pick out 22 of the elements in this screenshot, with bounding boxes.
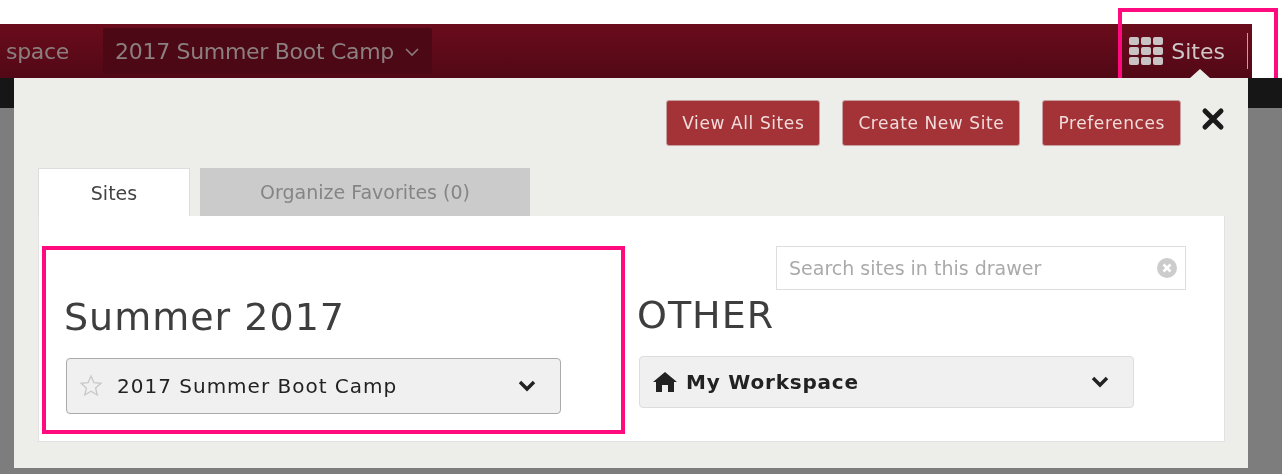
drawer-button[interactable]: Preferences <box>1042 100 1181 146</box>
drawer-button[interactable]: View All Sites <box>666 100 821 146</box>
grid-icon <box>1129 37 1164 65</box>
search-field[interactable]: Search sites in this drawer <box>776 246 1186 290</box>
site-name: My Workspace <box>686 370 860 394</box>
sites-button[interactable]: Sites <box>1129 37 1225 65</box>
caret-icon <box>403 47 420 57</box>
section-heading: Summer 2017 <box>64 294 347 340</box>
site-nav-link[interactable]: 2017 Summer Boot Camp <box>103 28 432 74</box>
site-dropdown[interactable]: 2017 Summer Boot Camp <box>66 358 561 414</box>
site-name: 2017 Summer Boot Camp <box>117 374 399 398</box>
chevron-down-icon[interactable] <box>1091 376 1109 388</box>
home-icon <box>652 371 678 393</box>
chevron-down-icon[interactable] <box>518 380 536 392</box>
site-nav-link[interactable]: space <box>0 28 82 74</box>
search-input[interactable]: Search sites in this drawer <box>787 256 1157 280</box>
close-icon[interactable] <box>1201 107 1225 131</box>
drawer-button[interactable]: Create New Site <box>842 100 1021 146</box>
site-dropdown[interactable]: My Workspace <box>639 356 1134 408</box>
section-heading: OTHER <box>637 292 776 338</box>
tab[interactable]: Sites <box>38 168 190 216</box>
star-icon[interactable] <box>79 374 103 398</box>
